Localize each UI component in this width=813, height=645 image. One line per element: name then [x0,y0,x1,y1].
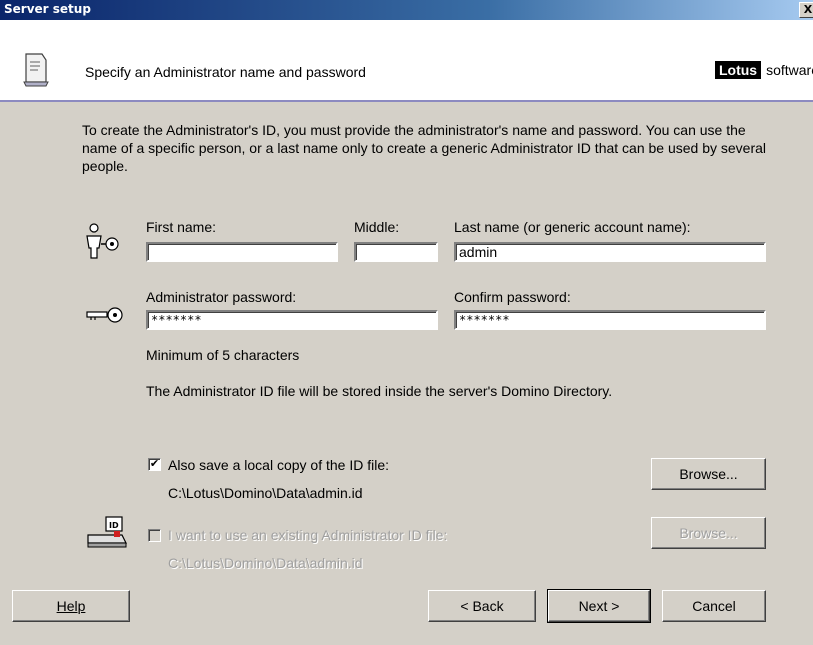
document-server-icon [20,52,50,91]
local-copy-label: Also save a local copy of the ID file: [168,457,389,473]
local-copy-path: C:\Lotus\Domino\Data\admin.id [168,485,363,501]
middle-name-field[interactable] [354,242,438,262]
close-button[interactable]: X [799,2,813,18]
existing-id-checkbox[interactable] [148,529,161,542]
header-title: Specify an Administrator name and passwo… [85,64,366,80]
key-icon [85,305,127,328]
help-button[interactable]: Help [12,590,130,622]
confirm-password-field[interactable]: ******* [454,310,766,330]
lotus-software-logo: Lotus software [714,61,813,79]
browse-existing-id-button[interactable]: Browse... [651,517,766,549]
cancel-button[interactable]: Cancel [662,590,766,622]
last-name-field[interactable]: admin [454,242,766,262]
last-name-label: Last name (or generic account name): [454,219,691,235]
person-key-icon [83,222,127,263]
existing-id-path: C:\Lotus\Domino\Data\admin.id [168,555,363,571]
admin-password-field[interactable]: ******* [146,310,438,330]
brand-box: Lotus [714,61,762,79]
browse-local-copy-button[interactable]: Browse... [651,458,766,490]
window-title: Server setup [4,2,91,16]
existing-id-label: I want to use an existing Administrator … [168,527,448,543]
svg-text:ID: ID [109,521,119,530]
title-bar: Server setup X [0,0,813,20]
middle-name-label: Middle: [354,219,400,235]
confirm-password-label: Confirm password: [454,289,571,305]
next-button[interactable]: Next > [547,589,651,623]
id-file-icon: ID [86,515,130,552]
brand-text: software [766,62,813,78]
first-name-field[interactable] [146,242,338,262]
header-banner: Specify an Administrator name and passwo… [0,20,813,102]
admin-password-label: Administrator password: [146,289,297,305]
storage-note: The Administrator ID file will be stored… [146,383,613,399]
back-button[interactable]: < Back [428,590,536,622]
password-min-hint: Minimum of 5 characters [146,347,300,363]
help-label: Help [56,598,86,614]
local-copy-checkbox[interactable]: ✔ [148,458,161,471]
first-name-label: First name: [146,219,217,235]
intro-text: To create the Administrator's ID, you mu… [82,122,767,174]
